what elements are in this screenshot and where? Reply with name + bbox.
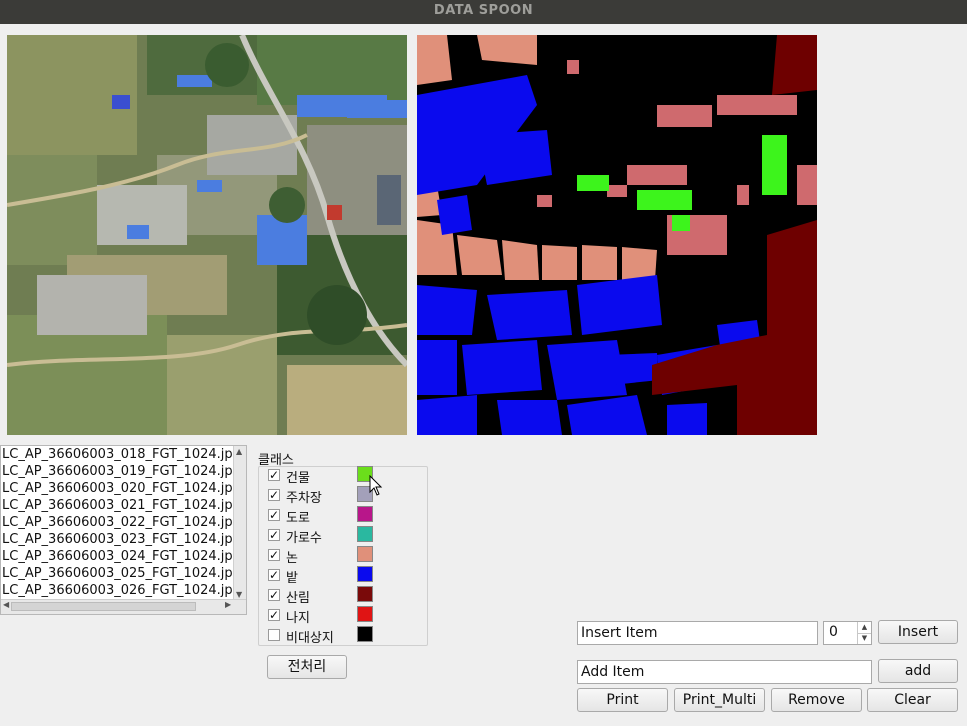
add-button[interactable]: add [878,659,958,683]
class-color-swatch[interactable] [357,506,373,522]
spin-down-icon[interactable]: ▼ [857,633,871,644]
class-color-swatch[interactable] [357,546,373,562]
class-row-street-tree[interactable]: ✓ 가로수 [268,526,418,546]
class-label: 나지 [286,611,310,626]
list-item[interactable]: LC_AP_36606003_018_FGT_1024.jpg [1,446,235,463]
clear-button[interactable]: Clear [867,688,958,712]
class-label: 밭 [286,571,298,586]
class-label: 논 [286,551,298,566]
class-color-swatch[interactable] [357,606,373,622]
class-checkbox[interactable]: ✓ [268,489,280,501]
class-color-swatch[interactable] [357,626,373,642]
class-row-parking[interactable]: ✓ 주차장 [268,486,418,506]
scroll-left-icon[interactable]: ◀ [3,600,9,609]
list-item[interactable]: LC_AP_36606003_023_FGT_1024.jpg [1,531,235,548]
insert-index-spinbox[interactable]: 0 ▲ ▼ [823,621,872,645]
class-color-swatch[interactable] [357,566,373,582]
class-label: 도로 [286,511,310,526]
print-multi-button[interactable]: Print_Multi [674,688,765,712]
class-row-forest[interactable]: ✓ 산림 [268,586,418,606]
scrollbar-thumb[interactable] [11,602,196,611]
segmentation-mask [417,35,817,435]
scroll-down-icon[interactable]: ▼ [236,590,242,599]
file-list-vertical-scrollbar[interactable]: ▲ ▼ [233,446,246,600]
class-checkbox[interactable]: ✓ [268,549,280,561]
file-list-horizontal-scrollbar[interactable]: ◀ ▶ [1,599,246,614]
class-row-building[interactable]: ✓ 건물 [268,466,418,486]
add-item-field[interactable]: Add Item [577,660,872,684]
class-label: 비대상지 [286,631,334,646]
class-label: 산림 [286,591,310,606]
class-checkbox[interactable]: ✓ [268,509,280,521]
list-item[interactable]: LC_AP_36606003_021_FGT_1024.jpg [1,497,235,514]
class-checkbox[interactable] [268,629,280,641]
insert-button[interactable]: Insert [878,620,958,644]
list-item[interactable]: LC_AP_36606003_024_FGT_1024.jpg [1,548,235,565]
class-checkbox[interactable]: ✓ [268,589,280,601]
class-color-swatch[interactable] [357,586,373,602]
class-checkbox[interactable]: ✓ [268,609,280,621]
mouse-cursor-icon [369,475,383,496]
remove-button[interactable]: Remove [771,688,862,712]
class-label: 주차장 [286,491,322,506]
scroll-up-icon[interactable]: ▲ [236,447,242,456]
print-button[interactable]: Print [577,688,668,712]
file-list[interactable]: LC_AP_36606003_018_FGT_1024.jpg LC_AP_36… [0,445,247,615]
class-label: 건물 [286,471,310,486]
class-row-road[interactable]: ✓ 도로 [268,506,418,526]
class-row-field[interactable]: ✓ 밭 [268,566,418,586]
scroll-right-icon[interactable]: ▶ [225,600,231,609]
list-item[interactable]: LC_AP_36606003_026_FGT_1024.jpg [1,582,235,599]
list-item[interactable]: LC_AP_36606003_020_FGT_1024.jpg [1,480,235,497]
class-checkbox[interactable]: ✓ [268,529,280,541]
class-checkbox[interactable]: ✓ [268,469,280,481]
aerial-image [7,35,407,435]
list-item[interactable]: LC_AP_36606003_025_FGT_1024.jpg [1,565,235,582]
preprocess-button[interactable]: 전처리 [267,655,347,679]
insert-index-value: 0 [829,624,838,640]
class-row-paddy[interactable]: ✓ 논 [268,546,418,566]
class-row-bare-land[interactable]: ✓ 나지 [268,606,418,626]
class-label: 가로수 [286,531,322,546]
list-item[interactable]: LC_AP_36606003_019_FGT_1024.jpg [1,463,235,480]
list-item[interactable]: LC_AP_36606003_022_FGT_1024.jpg [1,514,235,531]
class-checkbox[interactable]: ✓ [268,569,280,581]
class-color-swatch[interactable] [357,526,373,542]
window-title: DATA SPOON [0,0,967,24]
class-row-non-target[interactable]: 비대상지 [268,626,418,646]
insert-item-field[interactable]: Insert Item [577,621,818,645]
